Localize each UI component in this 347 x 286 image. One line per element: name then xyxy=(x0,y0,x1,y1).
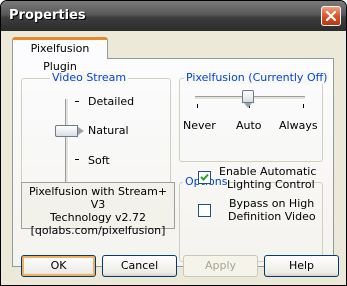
video-stream-slider-track[interactable] xyxy=(65,99,69,187)
pixelfusion-label: Pixelfusion (Currently Off) xyxy=(184,71,330,84)
option-natural: Natural xyxy=(88,124,129,137)
close-icon xyxy=(325,10,337,22)
enable-lighting-label-line2[interactable]: Lighting Control xyxy=(227,178,315,191)
dialog-body: Pixelfusion Plugin Video Stream Pixelfus… xyxy=(4,31,343,282)
ok-button[interactable]: OK xyxy=(21,255,96,277)
option-detailed: Detailed xyxy=(88,95,135,108)
enable-lighting-label-line1[interactable]: Enable Automatic xyxy=(219,165,316,178)
slider-tick xyxy=(75,159,79,160)
pixelfusion-slider-thumb[interactable] xyxy=(242,90,254,108)
bypass-hd-label-line1[interactable]: Bypass on High xyxy=(229,197,314,210)
checkmark-icon xyxy=(200,173,209,181)
info-line-3: [qolabs.com/pixelfusion] xyxy=(30,224,166,237)
option-auto: Auto xyxy=(236,119,262,132)
info-line-1: Pixelfusion with Stream+ V3 xyxy=(28,185,168,211)
apply-button[interactable]: Apply xyxy=(183,255,258,277)
bypass-hd-checkbox[interactable] xyxy=(198,204,211,217)
slider-tick xyxy=(303,104,304,108)
info-line-2: Technology v2.72 xyxy=(49,211,147,224)
enable-lighting-checkbox[interactable] xyxy=(198,171,211,184)
option-never: Never xyxy=(183,119,216,132)
option-always: Always xyxy=(279,119,318,132)
slider-tick xyxy=(197,104,198,108)
tab-pixelfusion-plugin[interactable]: Pixelfusion Plugin xyxy=(12,37,108,73)
video-stream-slider-thumb[interactable] xyxy=(55,125,84,137)
version-info-box: Pixelfusion with Stream+ V3 Technology v… xyxy=(21,182,175,237)
window-title: Properties xyxy=(9,8,86,23)
option-soft: Soft xyxy=(88,154,110,167)
cancel-button[interactable]: Cancel xyxy=(102,255,177,277)
slider-tick xyxy=(75,101,79,102)
bypass-hd-label-line2[interactable]: Definition Video xyxy=(228,210,316,223)
help-button[interactable]: Help xyxy=(264,255,339,277)
properties-dialog: Properties Pixelfusion Plugin Video Stre… xyxy=(0,0,347,286)
title-bar[interactable]: Properties xyxy=(1,1,346,31)
close-button[interactable] xyxy=(321,6,341,26)
